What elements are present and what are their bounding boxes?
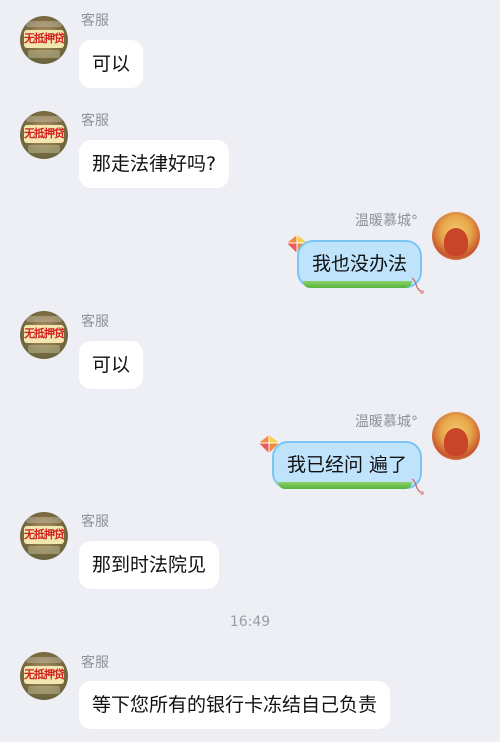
avatar-decoration — [26, 116, 62, 122]
message-text: 我已经问 遍了 — [286, 454, 407, 476]
message-bubble-agent[interactable]: 那走法律好吗? — [79, 140, 230, 188]
bubble-decoration — [277, 482, 412, 489]
kite-string-icon — [411, 478, 424, 495]
sender-name: 客服 — [81, 655, 109, 671]
message-bubble-user[interactable]: 我已经问 遍了 — [271, 441, 422, 489]
message-bubble-user[interactable]: 我也没办法 — [296, 240, 422, 288]
agent-avatar[interactable]: 无抵押贷 — [20, 512, 68, 560]
avatar-decoration — [26, 657, 62, 663]
avatar-logo-text: 无抵押贷 — [24, 325, 64, 343]
avatar-decoration — [28, 50, 60, 58]
avatar-logo-text: 无抵押贷 — [24, 30, 64, 48]
avatar-decoration — [28, 686, 60, 694]
avatar-decoration — [26, 517, 62, 523]
avatar-decoration — [26, 21, 62, 27]
avatar-decoration — [444, 428, 468, 456]
sender-name: 客服 — [81, 113, 109, 129]
avatar-decoration — [28, 345, 60, 353]
chat-view[interactable]: 无抵押贷 客服 可以 无抵押贷 客服 那走法律好吗? 温暖慕城° 我也没办法 无… — [0, 0, 500, 742]
avatar-logo-text: 无抵押贷 — [24, 526, 64, 544]
agent-avatar[interactable]: 无抵押贷 — [20, 111, 68, 159]
message-timestamp: 16:49 — [229, 614, 271, 630]
sender-name: 客服 — [81, 514, 109, 530]
avatar-decoration — [444, 228, 468, 256]
agent-avatar[interactable]: 无抵押贷 — [20, 311, 68, 359]
kite-string-icon — [411, 277, 424, 294]
avatar-decoration — [26, 316, 62, 322]
sender-name: 温暖慕城° — [355, 414, 418, 430]
avatar-decoration — [28, 546, 60, 554]
user-avatar[interactable] — [432, 212, 480, 260]
avatar-decoration — [28, 145, 60, 153]
message-bubble-agent[interactable]: 可以 — [79, 341, 144, 389]
message-bubble-agent[interactable]: 等下您所有的银行卡冻结自己负责 — [79, 681, 391, 729]
agent-avatar[interactable]: 无抵押贷 — [20, 652, 68, 700]
message-bubble-agent[interactable]: 可以 — [79, 40, 144, 88]
message-bubble-agent[interactable]: 那到时法院见 — [79, 541, 220, 589]
sender-name: 温暖慕城° — [355, 213, 418, 229]
agent-avatar[interactable]: 无抵押贷 — [20, 16, 68, 64]
avatar-logo-text: 无抵押贷 — [24, 666, 64, 684]
user-avatar[interactable] — [432, 412, 480, 460]
message-text: 我也没办法 — [311, 253, 407, 275]
sender-name: 客服 — [81, 314, 109, 330]
sender-name: 客服 — [81, 13, 109, 29]
bubble-decoration — [302, 281, 412, 288]
avatar-logo-text: 无抵押贷 — [24, 125, 64, 143]
